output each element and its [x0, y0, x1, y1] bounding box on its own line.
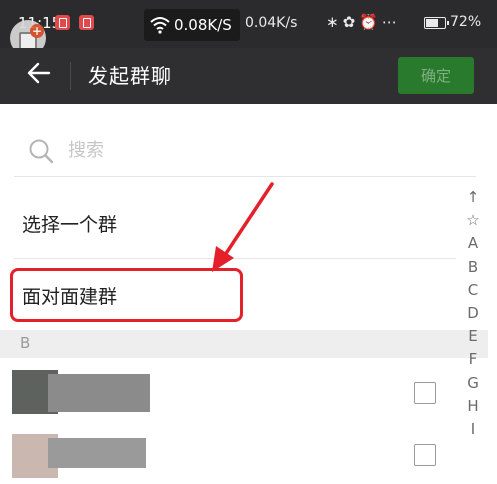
- checkbox-icon[interactable]: [414, 444, 436, 466]
- battery-fill: [426, 19, 438, 27]
- index-letter[interactable]: ↑: [460, 186, 486, 209]
- alarm-icon: ⏰: [359, 13, 382, 31]
- alphabet-index-bar[interactable]: ↑ ☆ A B C D E F G H I: [460, 186, 486, 441]
- index-letter[interactable]: ☆: [460, 209, 486, 232]
- net-speed-indicator: 0.08K/S: [144, 9, 240, 41]
- signal-icon: ⋯: [381, 13, 401, 31]
- page-title: 发起群聊: [88, 64, 172, 88]
- contact-row[interactable]: [0, 424, 456, 484]
- search-icon: [29, 139, 54, 164]
- status-icons: ∗✿⏰⋯: [326, 13, 401, 31]
- index-letter[interactable]: B: [460, 256, 486, 279]
- back-arrow-icon[interactable]: [24, 58, 54, 88]
- net-speed-text: 0.08K/S: [174, 16, 232, 34]
- select-group-label: 选择一个群: [22, 214, 118, 236]
- index-letter[interactable]: D: [460, 302, 486, 325]
- title-bar: 发起群聊 确定: [0, 48, 497, 104]
- redacted-name: [48, 374, 150, 412]
- wifi-icon: [150, 17, 170, 34]
- select-group-item[interactable]: 选择一个群: [0, 210, 456, 250]
- redacted-name: [48, 438, 146, 468]
- net-speed-secondary: 0.04K/s: [245, 15, 298, 31]
- index-letter[interactable]: G: [460, 372, 486, 395]
- index-letter[interactable]: H: [460, 395, 486, 418]
- row-divider: [14, 258, 456, 259]
- index-letter[interactable]: A: [460, 232, 486, 255]
- notification-icon: [55, 15, 70, 30]
- confirm-button[interactable]: 确定: [398, 57, 474, 94]
- search-input[interactable]: [66, 134, 450, 166]
- search-underline: [14, 176, 476, 177]
- index-letter[interactable]: E: [460, 325, 486, 348]
- contact-row[interactable]: [0, 362, 456, 422]
- section-letter: B: [20, 334, 31, 352]
- plus-icon: +: [30, 24, 44, 38]
- notification-icon: [79, 15, 94, 30]
- annotation-highlight-box: [10, 268, 243, 322]
- title-divider: [70, 62, 71, 90]
- search-bar[interactable]: [0, 122, 476, 178]
- checkbox-icon[interactable]: [414, 382, 436, 404]
- bluetooth-icon: ∗: [326, 13, 343, 31]
- index-letter[interactable]: C: [460, 279, 486, 302]
- gear-icon: ✿: [342, 13, 360, 31]
- index-letter[interactable]: F: [460, 348, 486, 371]
- index-letter[interactable]: I: [460, 418, 486, 441]
- status-bar: 11:15 0.08K/S 0.04K/s ∗✿⏰⋯ 72% +: [0, 0, 497, 56]
- section-header: B: [0, 330, 488, 358]
- battery-percent: 72%: [450, 14, 482, 30]
- battery-icon: [424, 17, 449, 29]
